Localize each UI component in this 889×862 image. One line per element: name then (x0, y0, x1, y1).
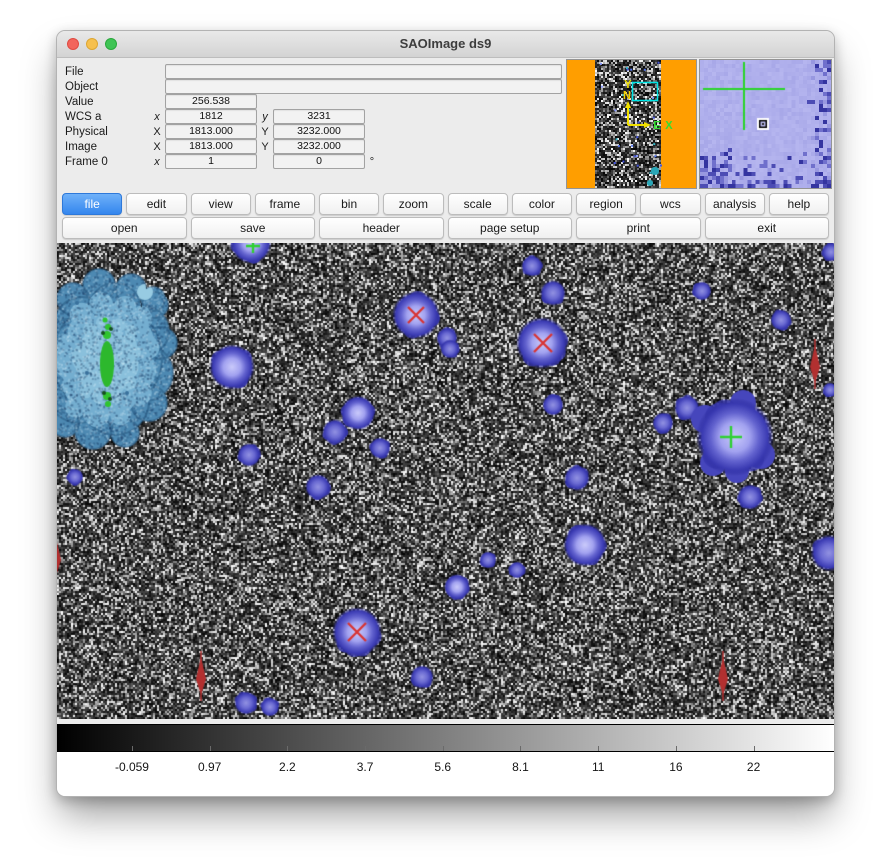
menu-button-row: fileeditviewframebinzoomscalecolorregion… (57, 190, 834, 216)
info-sublabel-frame-0-2: x (149, 156, 165, 168)
info-field-frame-0-0[interactable]: 1 (165, 154, 257, 169)
menu-button-analysis[interactable]: analysis (705, 193, 765, 215)
info-sublabel-wcs-a-4: y (257, 111, 273, 123)
colorbar-tick (520, 746, 521, 751)
menu-button-bin[interactable]: bin (319, 193, 379, 215)
info-field-wcs-a-1[interactable]: 3231 (273, 109, 365, 124)
image-display-area (57, 243, 834, 719)
colorbar-tick-label: 2.2 (279, 760, 296, 774)
info-field-value-0[interactable]: 256.538 (165, 94, 257, 109)
info-label-value: Value (63, 96, 149, 108)
menu-button-print[interactable]: print (576, 217, 701, 239)
info-field-image-1[interactable]: 3232.000 (273, 139, 365, 154)
colorbar-tick (287, 746, 288, 751)
colorbar-tick (132, 746, 133, 751)
info-row-value: Value 256.538 (63, 94, 379, 109)
info-row-physical: PhysicalX1813.000Y3232.000 (63, 124, 379, 139)
info-sublabel-physical-2: X (149, 126, 165, 138)
menu-button-color[interactable]: color (512, 193, 572, 215)
menu-button-open[interactable]: open (62, 217, 187, 239)
menu-button-page-setup[interactable]: page setup (448, 217, 573, 239)
colorbar-tick (676, 746, 677, 751)
main-image-canvas[interactable] (57, 243, 834, 719)
menu-button-zoom[interactable]: zoom (383, 193, 443, 215)
colorbar-tick (754, 746, 755, 751)
info-field-frame-0-1[interactable]: 0 (273, 154, 365, 169)
colorbar-tick (443, 746, 444, 751)
info-label-frame-0: Frame 0 (63, 156, 149, 168)
colorbar-tick-label: 22 (747, 760, 760, 774)
colorbar-labels: -0.059 0.97 2.2 3.7 5.6 8.1 11 16 22 (57, 760, 834, 780)
colorbar-tick-label: 16 (669, 760, 682, 774)
desktop-background: SAOImage ds9 FileObjectValue256.538WCS a… (0, 0, 889, 862)
magnifier-box (699, 59, 832, 189)
info-label-physical: Physical (63, 126, 149, 138)
colorbar-strip: -0.059 0.97 2.2 3.7 5.6 8.1 11 16 22 (57, 724, 834, 797)
info-sublabel-image-4: Y (257, 141, 273, 153)
info-field-file-0[interactable] (165, 64, 562, 79)
ds9-window: SAOImage ds9 FileObjectValue256.538WCS a… (56, 30, 835, 797)
info-field-physical-0[interactable]: 1813.000 (165, 124, 257, 139)
file-button-row: opensaveheaderpage setupprintexit (57, 216, 834, 243)
magnifier-overlay-canvas (700, 60, 831, 188)
colorbar-tick-label: 5.6 (434, 760, 451, 774)
panner-box[interactable] (566, 59, 697, 189)
menu-button-view[interactable]: view (191, 193, 251, 215)
info-field-object-0[interactable] (165, 79, 562, 94)
colorbar-tick-label: 3.7 (357, 760, 374, 774)
menu-button-help[interactable]: help (769, 193, 829, 215)
colorbar-tick (365, 746, 366, 751)
degree-symbol: ° (365, 156, 379, 168)
menu-button-header[interactable]: header (319, 217, 444, 239)
colorbar-tick-label: -0.059 (115, 760, 149, 774)
menu-button-file[interactable]: file (62, 193, 122, 215)
info-sublabel-physical-4: Y (257, 126, 273, 138)
info-sublabel-image-2: X (149, 141, 165, 153)
menu-button-scale[interactable]: scale (448, 193, 508, 215)
info-row-file: File (63, 64, 379, 79)
menu-button-region[interactable]: region (576, 193, 636, 215)
menu-button-wcs[interactable]: wcs (640, 193, 700, 215)
menu-button-exit[interactable]: exit (705, 217, 830, 239)
info-label-object: Object (63, 81, 149, 93)
info-row-object: Object (63, 79, 379, 94)
colorbar-tick-label: 8.1 (512, 760, 529, 774)
info-panel: FileObjectValue256.538WCS ax1812y3231Phy… (57, 58, 834, 190)
menu-button-frame[interactable]: frame (255, 193, 315, 215)
colorbar-tick (210, 746, 211, 751)
info-rows: FileObjectValue256.538WCS ax1812y3231Phy… (63, 64, 379, 169)
colorbar-tick-label: 11 (592, 760, 604, 774)
colorbar-tick-label: 0.97 (198, 760, 221, 774)
colorbar-tick (598, 746, 599, 751)
menu-button-edit[interactable]: edit (126, 193, 186, 215)
info-label-wcs-a: WCS a (63, 111, 149, 123)
info-row-image: ImageX1813.000Y3232.000 (63, 139, 379, 154)
info-label-image: Image (63, 141, 149, 153)
info-field-wcs-a-0[interactable]: 1812 (165, 109, 257, 124)
info-row-frame-0: Frame 0x1 0° (63, 154, 379, 169)
info-sublabel-wcs-a-2: x (149, 111, 165, 123)
info-field-physical-1[interactable]: 3232.000 (273, 124, 365, 139)
info-label-file: File (63, 66, 149, 78)
panner-canvas[interactable] (567, 60, 696, 188)
info-field-image-0[interactable]: 1813.000 (165, 139, 257, 154)
window-title: SAOImage ds9 (57, 36, 834, 51)
info-row-wcs-a: WCS ax1812y3231 (63, 109, 379, 124)
titlebar[interactable]: SAOImage ds9 (57, 31, 834, 58)
colorbar[interactable] (57, 724, 834, 752)
menu-button-save[interactable]: save (191, 217, 316, 239)
